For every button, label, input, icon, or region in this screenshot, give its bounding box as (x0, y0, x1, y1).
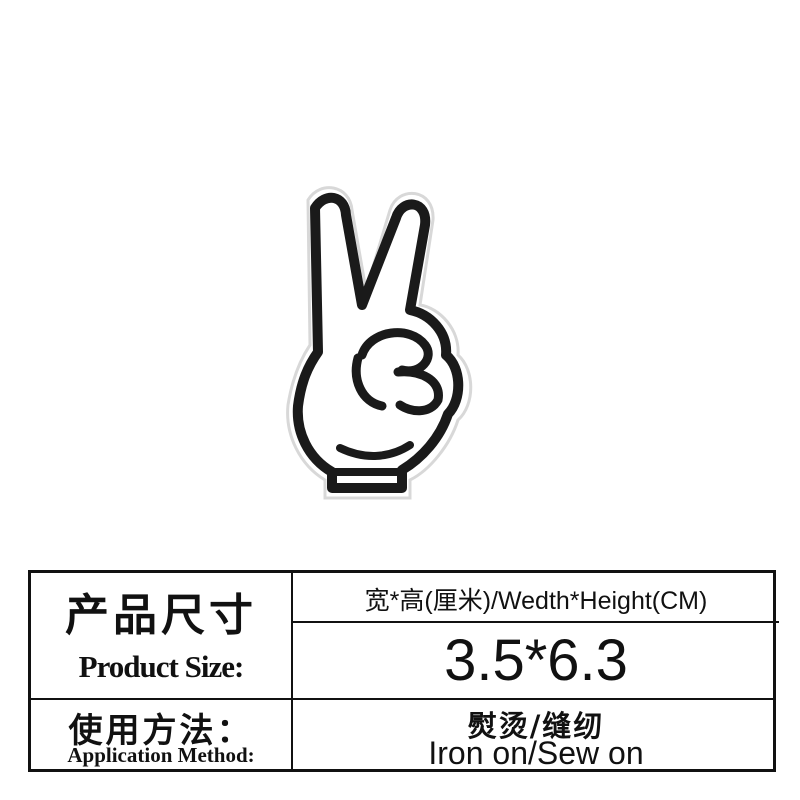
product-size-label-cn: 产品尺寸 (65, 590, 257, 641)
spec-table: 产品尺寸 Product Size: 宽*高(厘米)/Wedth*Height(… (28, 570, 779, 772)
method-value-en: Iron on/Sew on (428, 735, 644, 771)
peace-hand-patch-image (270, 180, 490, 510)
dimension-value: 3.5*6.3 (444, 628, 628, 693)
table-divider-size-row (291, 621, 779, 623)
peace-hand-icon (286, 186, 473, 500)
product-size-label-en: Product Size: (78, 649, 245, 684)
dimension-label: 宽*高(厘米)/Wedth*Height(CM) (364, 587, 708, 615)
application-label-en: Application Method: (67, 743, 255, 767)
table-divider-horizontal (31, 698, 773, 700)
